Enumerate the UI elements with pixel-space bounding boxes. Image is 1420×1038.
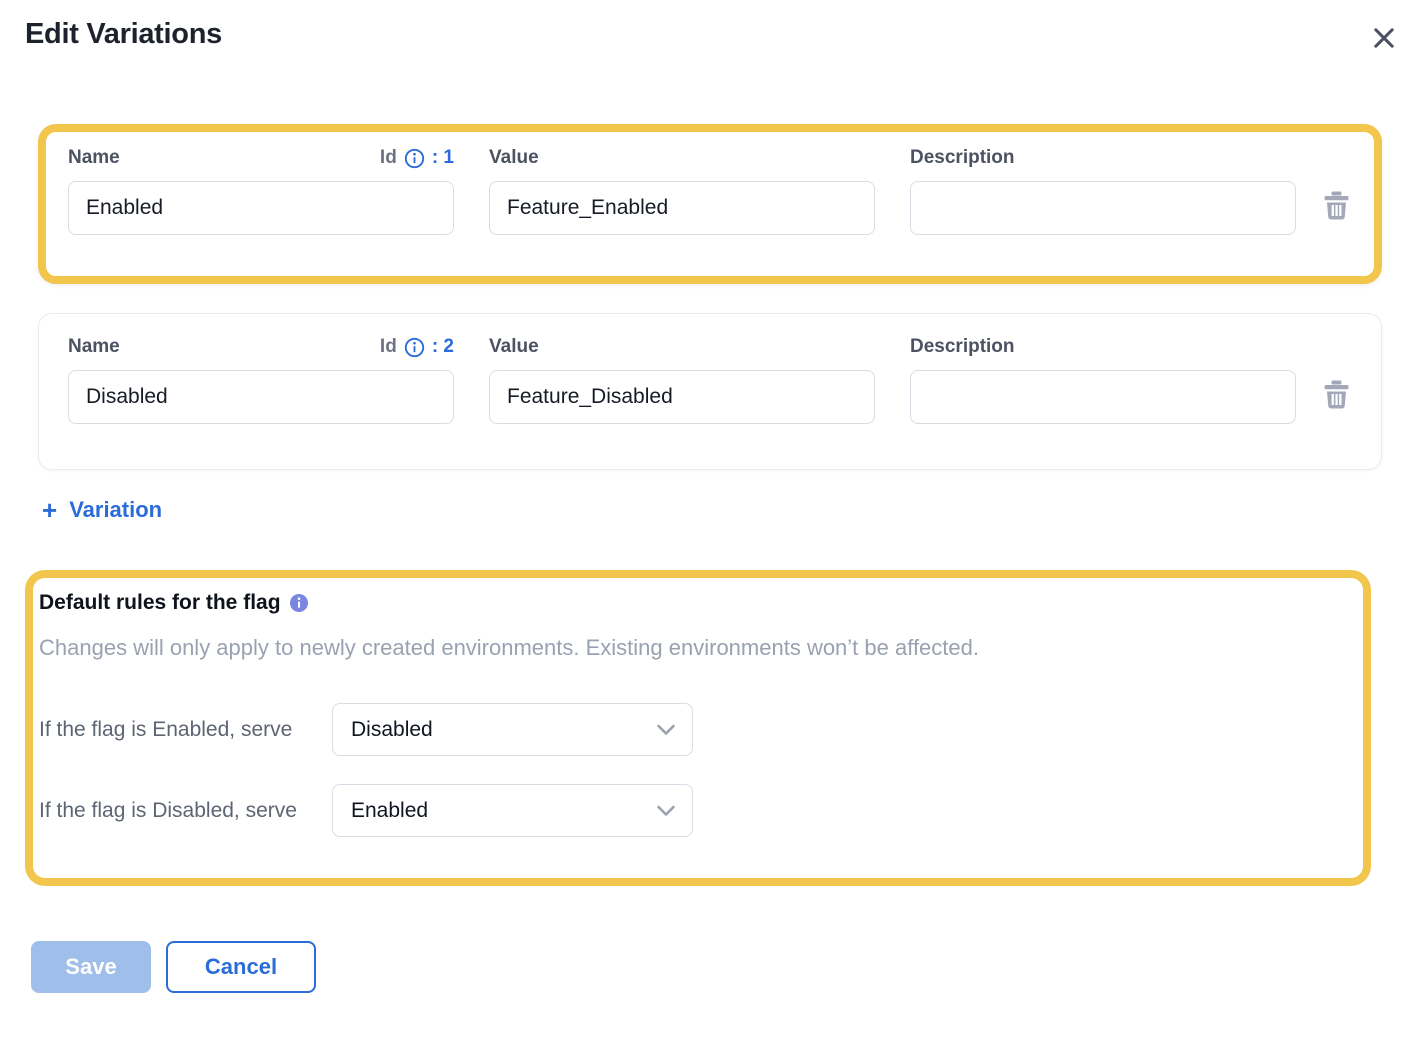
description-field-group: Description xyxy=(910,145,1296,235)
variation-name-input[interactable] xyxy=(68,370,454,424)
add-variation-label: Variation xyxy=(69,497,162,523)
name-label: Name xyxy=(68,336,120,358)
chevron-down-icon xyxy=(656,724,676,736)
cancel-button[interactable]: Cancel xyxy=(166,941,316,993)
variation-description-input[interactable] xyxy=(910,370,1296,424)
delete-variation-button[interactable] xyxy=(1322,192,1350,222)
trash-icon xyxy=(1323,380,1350,412)
variation-card-2: Name Id : 2 Value Description xyxy=(38,313,1382,470)
variation-name-input[interactable] xyxy=(68,181,454,235)
id-label: Id xyxy=(380,336,397,358)
variation-id: Id : 1 xyxy=(380,147,454,169)
name-field-group: Name Id : 2 xyxy=(68,334,454,424)
trash-icon xyxy=(1323,191,1350,223)
info-icon[interactable] xyxy=(404,337,425,358)
rule-row-disabled: If the flag is Disabled, serve Enabled xyxy=(39,784,1343,837)
name-field-group: Name Id : 1 xyxy=(68,145,454,235)
dropdown-selected-value: Disabled xyxy=(351,718,433,742)
info-filled-icon[interactable] xyxy=(290,594,308,612)
page-title: Edit Variations xyxy=(25,18,222,51)
value-field-group: Value xyxy=(489,334,875,424)
default-rules-subtitle: Changes will only apply to newly created… xyxy=(39,635,1343,661)
info-icon[interactable] xyxy=(404,148,425,169)
close-icon xyxy=(1370,24,1398,55)
id-label: Id xyxy=(380,147,397,169)
value-label: Value xyxy=(489,336,539,358)
dropdown-selected-value: Enabled xyxy=(351,799,428,823)
rule-label: If the flag is Disabled, serve xyxy=(39,795,316,827)
variation-description-input[interactable] xyxy=(910,181,1296,235)
name-label: Name xyxy=(68,147,120,169)
rule-label: If the flag is Enabled, serve xyxy=(39,714,316,746)
variation-value-input[interactable] xyxy=(489,181,875,235)
serve-dropdown-enabled[interactable]: Disabled xyxy=(332,703,693,756)
delete-variation-button[interactable] xyxy=(1322,381,1350,411)
save-button[interactable]: Save xyxy=(31,941,151,993)
plus-icon: + xyxy=(42,497,57,523)
variation-id: Id : 2 xyxy=(380,336,454,358)
close-button[interactable] xyxy=(1369,24,1399,54)
rule-row-enabled: If the flag is Enabled, serve Disabled xyxy=(39,703,1343,756)
serve-dropdown-disabled[interactable]: Enabled xyxy=(332,784,693,837)
chevron-down-icon xyxy=(656,805,676,817)
id-value: : 2 xyxy=(432,336,454,358)
default-rules-title: Default rules for the flag xyxy=(39,591,281,615)
variation-value-input[interactable] xyxy=(489,370,875,424)
id-value: : 1 xyxy=(432,147,454,169)
description-field-group: Description xyxy=(910,334,1296,424)
add-variation-button[interactable]: + Variation xyxy=(42,497,162,523)
variation-card-1: Name Id : 1 Value Description xyxy=(38,124,1382,284)
value-label: Value xyxy=(489,147,539,169)
value-field-group: Value xyxy=(489,145,875,235)
default-rules-card: Default rules for the flag Changes will … xyxy=(25,570,1371,886)
description-label: Description xyxy=(910,336,1015,358)
description-label: Description xyxy=(910,147,1015,169)
